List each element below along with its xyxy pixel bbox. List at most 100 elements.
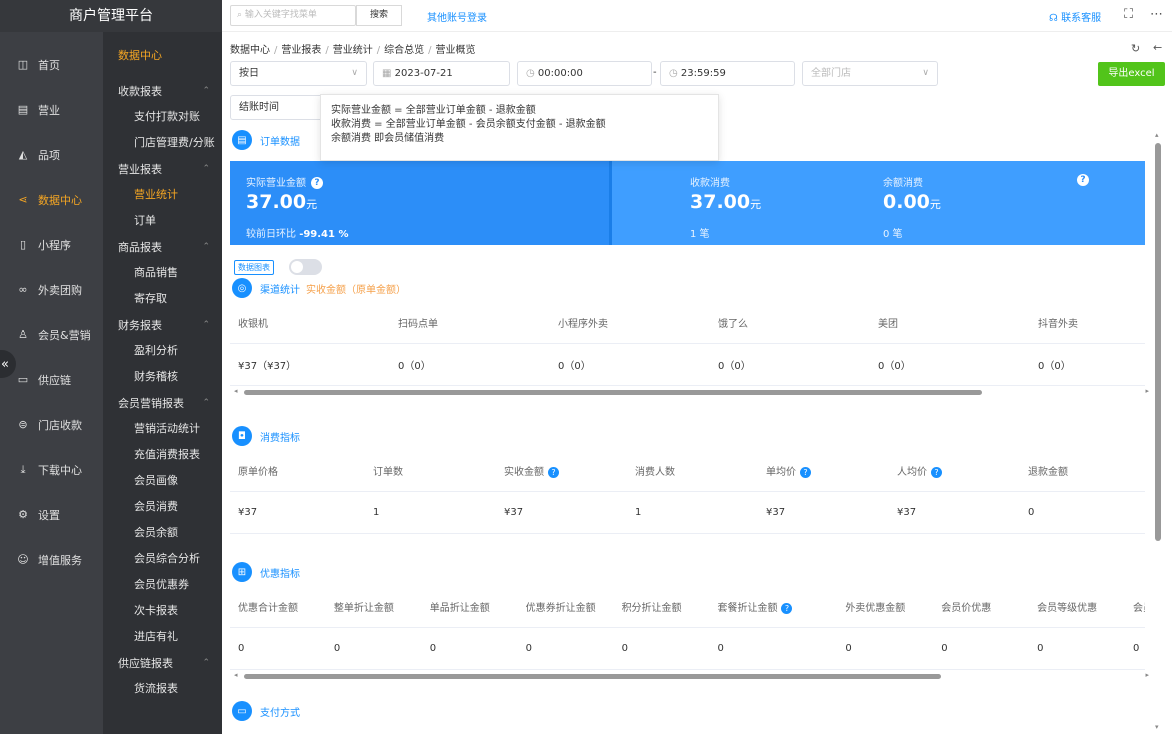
back-icon[interactable]: ← xyxy=(1153,41,1162,54)
nav-subitem[interactable]: 会员优惠券 xyxy=(103,572,222,598)
nav-subitem[interactable]: 货流报表 xyxy=(103,676,222,702)
nav-item[interactable]: ▯ 小程序 xyxy=(0,222,103,267)
column-header-label: 会员 xyxy=(1132,603,1145,614)
help-icon[interactable]: ? xyxy=(311,177,323,189)
period-select[interactable]: 按日 ∨ xyxy=(230,61,367,86)
nav-item[interactable]: ◫ 首页 xyxy=(0,42,103,87)
channel-subtitle: 实收金额（原单金额） xyxy=(306,284,406,296)
nav-subitem[interactable]: 营销活动统计 xyxy=(103,416,222,442)
document-icon: ▤ xyxy=(232,130,252,150)
nav-group[interactable]: 收款报表 ⌃ xyxy=(103,78,222,104)
time-type-select[interactable]: 结账时间 xyxy=(230,95,330,120)
column-header: 消费人数 xyxy=(627,463,758,478)
actual-revenue-value-row: 37.00元 xyxy=(246,191,317,213)
nav-item[interactable]: ⊜ 门店收款 xyxy=(0,402,103,447)
headset-icon: ☊ xyxy=(1049,13,1058,24)
horizontal-scrollbar[interactable]: ◂ ▸ xyxy=(230,387,1153,397)
nav-subitem[interactable]: 会员综合分析 xyxy=(103,546,222,572)
nav-item[interactable]: ☺ 增值服务 xyxy=(0,537,103,582)
breadcrumb-item[interactable]: 营业概览 xyxy=(436,45,476,56)
period-value: 按日 xyxy=(239,68,259,79)
refresh-icon[interactable]: ↻ xyxy=(1131,42,1140,55)
scroll-left-icon[interactable]: ◂ xyxy=(234,387,238,395)
scrollbar-thumb[interactable] xyxy=(244,390,982,395)
export-excel-button[interactable]: 导出excel xyxy=(1098,62,1165,86)
scroll-down-icon[interactable]: ▾ xyxy=(1155,723,1159,731)
user-icon: ♙ xyxy=(18,328,28,341)
nav-subitem[interactable]: 门店管理费/分账 xyxy=(103,130,222,156)
scroll-right-icon[interactable]: ▸ xyxy=(1145,387,1149,395)
nav-subitem[interactable]: 商品销售 xyxy=(103,260,222,286)
help-icon[interactable]: ? xyxy=(931,466,942,478)
nav-subitem[interactable]: 寄存取 xyxy=(103,286,222,312)
nav-item[interactable]: ∞ 外卖团购 xyxy=(0,267,103,312)
nav-item[interactable]: ⋖ 数据中心 xyxy=(0,177,103,222)
contact-service-link[interactable]: ☊ 联系客服 xyxy=(1049,9,1101,24)
column-header: 会员价优惠 xyxy=(933,599,1029,614)
table-header: 优惠合计金额 整单折让金额 单品折让金额 优惠券折让金额 积分折让金额 套餐折让金额? 外卖… xyxy=(230,586,1145,628)
truck-icon: ▭ xyxy=(17,373,29,386)
more-icon[interactable]: ⋯ xyxy=(1150,7,1163,22)
nav-item[interactable]: ⚙ 设置 xyxy=(0,492,103,537)
date-picker[interactable]: ▦ 2023-07-21 xyxy=(373,61,510,86)
nav-subitem[interactable]: 订单 xyxy=(103,208,222,234)
column-header: 实收金额? xyxy=(496,463,627,478)
nav-subitem[interactable]: 会员余额 xyxy=(103,520,222,546)
scroll-up-icon[interactable]: ▴ xyxy=(1155,131,1159,139)
scrollbar-thumb[interactable] xyxy=(1155,143,1161,541)
vertical-scrollbar[interactable]: ▴ ▾ xyxy=(1153,131,1163,731)
secondary-sidebar-title[interactable]: 数据中心 xyxy=(103,32,222,78)
nav-group[interactable]: 营业报表 ⌃ xyxy=(103,156,222,182)
nav-item-label: 营业 xyxy=(38,103,60,117)
start-time-picker[interactable]: ◷ 00:00:00 xyxy=(517,61,652,86)
end-time-picker[interactable]: ◷ 23:59:59 xyxy=(660,61,795,86)
gift-icon: ⊞ xyxy=(232,562,252,582)
cash-consume-value-row: 37.00元 xyxy=(690,191,761,213)
date-value: 2023-07-21 xyxy=(394,68,453,79)
breadcrumb-item[interactable]: 综合总览 xyxy=(384,45,424,56)
breadcrumb-item[interactable]: 营业报表 xyxy=(281,45,321,56)
table-cell: 0 xyxy=(845,643,852,654)
nav-item[interactable]: ◭ 品项 xyxy=(0,132,103,177)
nav-subitem[interactable]: 支付打款对账 xyxy=(103,104,222,130)
actual-revenue-label-row: 实际营业金额? xyxy=(246,174,323,189)
nav-subitem[interactable]: 会员画像 xyxy=(103,468,222,494)
horizontal-scrollbar[interactable]: ◂ ▸ xyxy=(230,671,1153,681)
nav-subitem[interactable]: 营业统计 xyxy=(103,182,222,208)
scrollbar-thumb[interactable] xyxy=(244,674,941,679)
nav-subitem[interactable]: 进店有礼 xyxy=(103,624,222,650)
breadcrumb-item[interactable]: 营业统计 xyxy=(333,45,373,56)
help-icon[interactable]: ? xyxy=(1077,174,1089,186)
end-time-value: 23:59:59 xyxy=(680,68,726,79)
nav-subitem[interactable]: 次卡报表 xyxy=(103,598,222,624)
nav-group[interactable]: 会员营销报表 ⌃ xyxy=(103,390,222,416)
nav-subitem[interactable]: 充值消费报表 xyxy=(103,442,222,468)
nav-group[interactable]: 财务报表 ⌃ xyxy=(103,312,222,338)
badge-icon: ◘ xyxy=(232,426,252,446)
store-select[interactable]: 全部门店 ∨ xyxy=(802,61,938,86)
nav-subitem[interactable]: 会员消费 xyxy=(103,494,222,520)
chart-toggle-switch[interactable] xyxy=(289,259,322,275)
nav-subitem[interactable]: 盈利分析 xyxy=(103,338,222,364)
help-icon[interactable]: ? xyxy=(548,466,559,478)
table-cell: ¥37 xyxy=(238,507,258,518)
help-icon[interactable]: ? xyxy=(781,602,793,614)
breadcrumb-item[interactable]: 数据中心 xyxy=(230,45,270,56)
nav-group[interactable]: 商品报表 ⌃ xyxy=(103,234,222,260)
nav-subitem[interactable]: 财务稽核 xyxy=(103,364,222,390)
nav-group[interactable]: 供应链报表 ⌃ xyxy=(103,650,222,676)
menu-search-input[interactable]: ⌕ 输入关键字找菜单 xyxy=(230,5,356,26)
help-icon[interactable]: ? xyxy=(800,466,811,478)
fullscreen-icon[interactable]: ⛶ xyxy=(1124,7,1133,22)
channel-table: 收银机 扫码点单 小程序外卖 饿了么 美团 抖音外卖 ¥37（¥37） 0（0） 0（0） 0（0… xyxy=(230,302,1145,386)
nav-item[interactable]: ▤ 营业 xyxy=(0,87,103,132)
column-header: 单品折让金额 xyxy=(422,599,518,614)
scroll-left-icon[interactable]: ◂ xyxy=(234,671,238,679)
column-header-label: 优惠合计金额 xyxy=(238,603,298,614)
search-button[interactable]: 搜索 xyxy=(356,5,402,26)
nav-item[interactable]: ♙ 会员&营销 xyxy=(0,312,103,357)
scroll-right-icon[interactable]: ▸ xyxy=(1145,671,1149,679)
chevron-up-icon: ⌃ xyxy=(202,398,210,408)
nav-item[interactable]: ⤓ 下载中心 xyxy=(0,447,103,492)
other-account-login-link[interactable]: 其他账号登录 xyxy=(427,9,487,24)
